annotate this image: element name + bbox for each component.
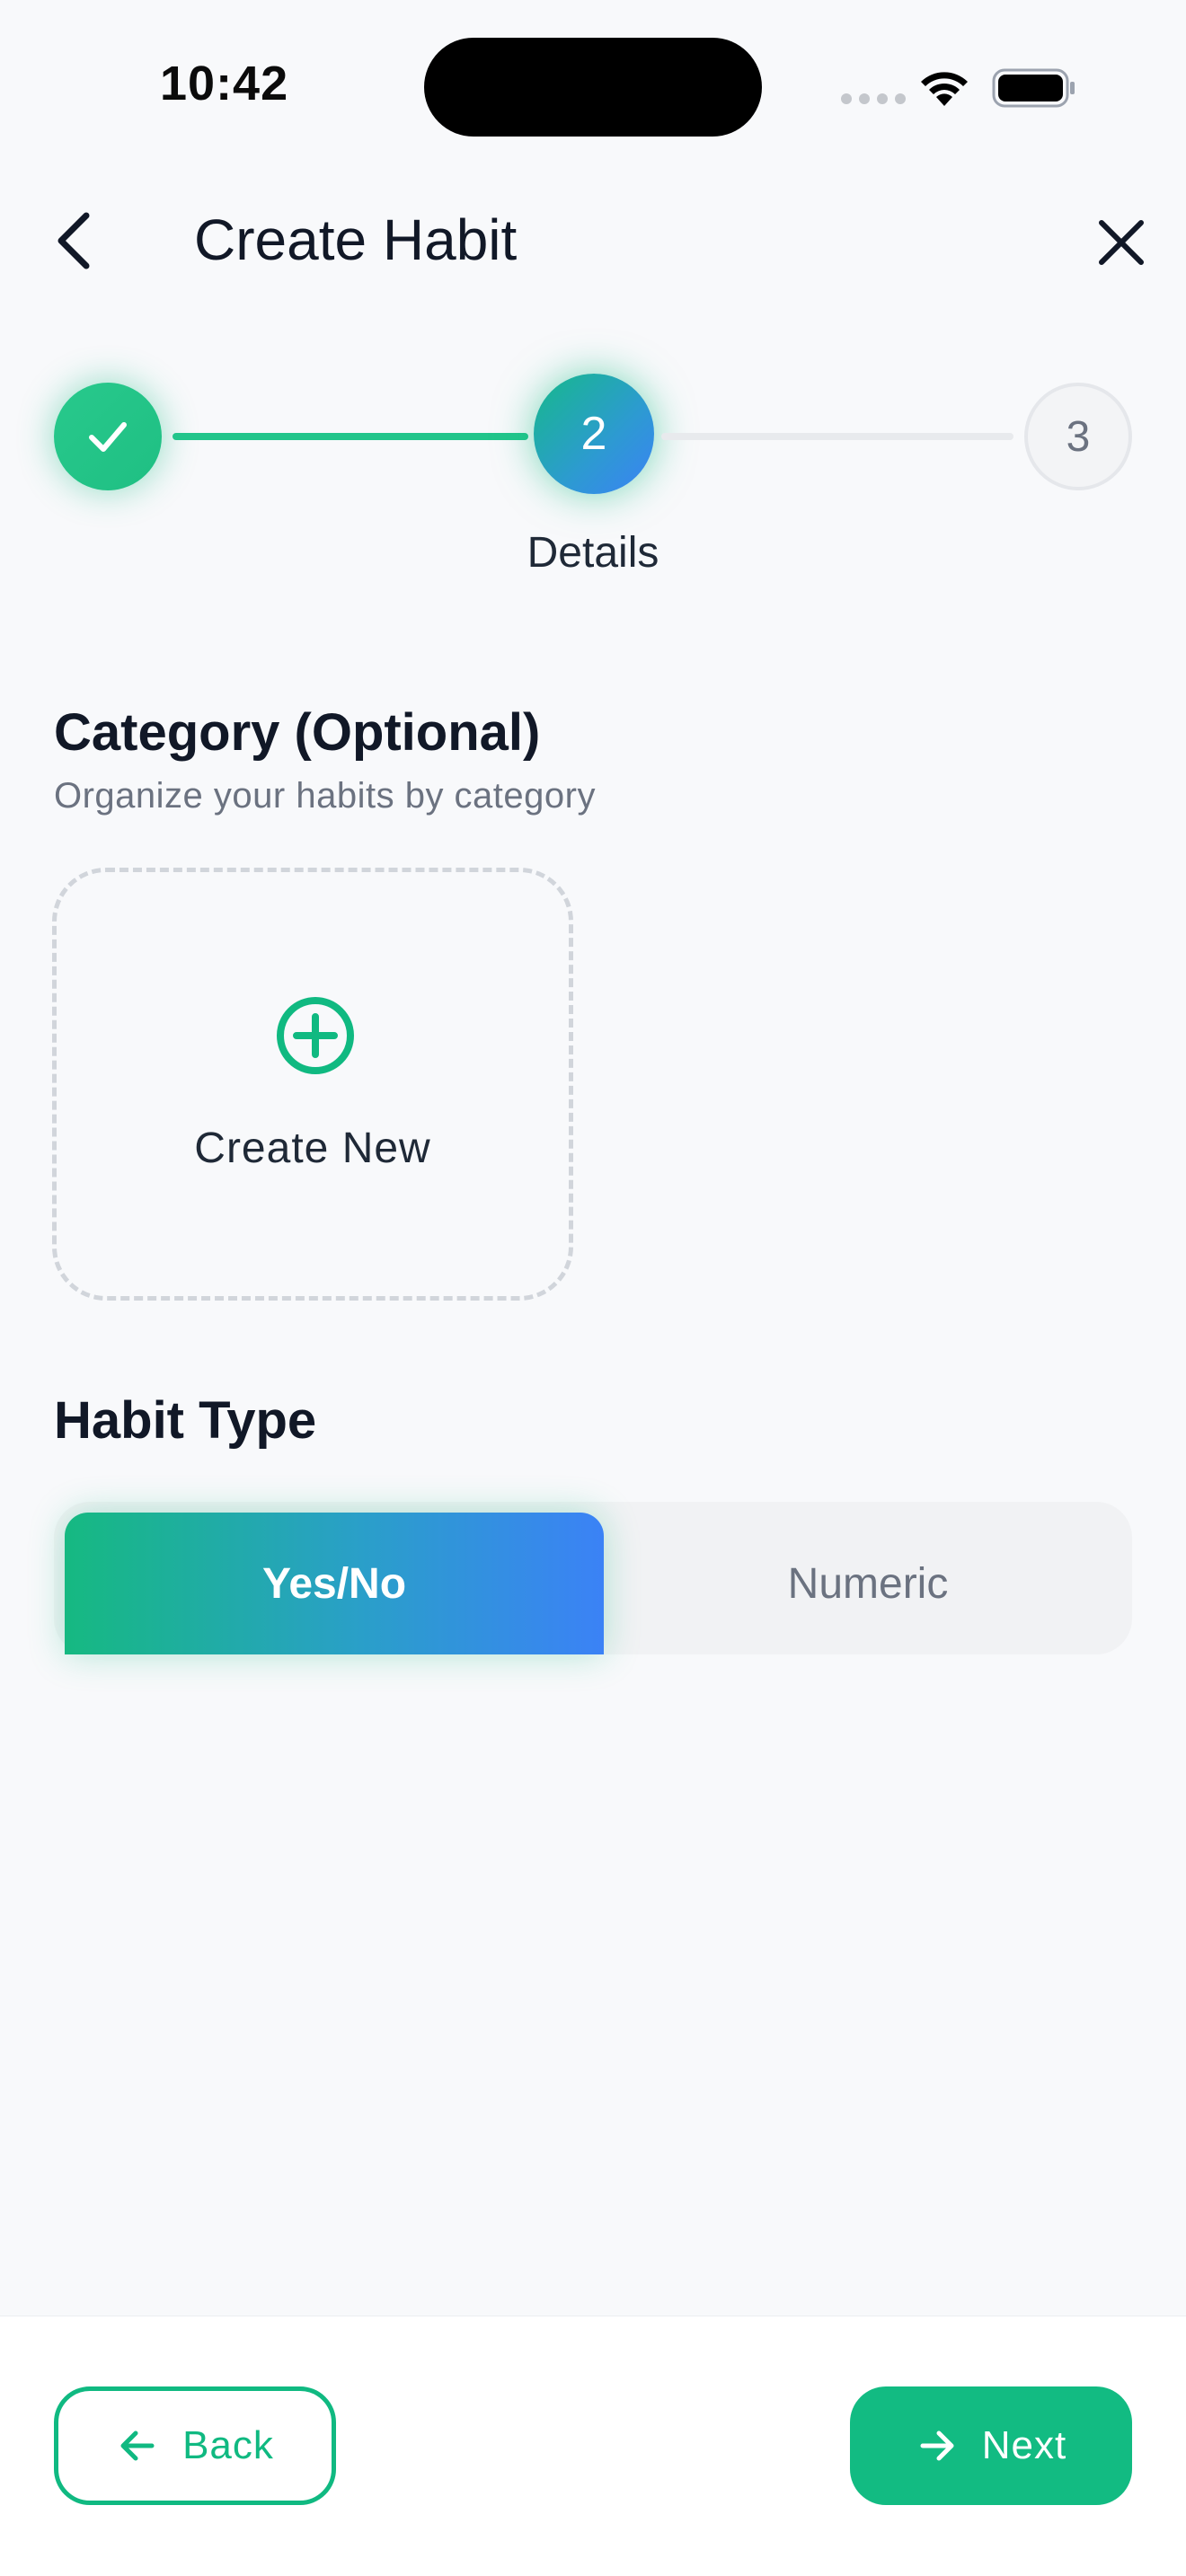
create-habit-screen: 10:42 Create Habit 2 3 Details Category … — [0, 0, 1186, 2576]
current-step-label: Details — [527, 529, 659, 577]
bottom-action-bar: Back Next — [0, 2316, 1186, 2576]
step-1-completed — [54, 383, 162, 490]
next-button[interactable]: Next — [850, 2386, 1132, 2505]
category-title: Category (Optional) — [54, 703, 541, 762]
back-button[interactable]: Back — [54, 2386, 336, 2505]
battery-icon — [992, 68, 1075, 108]
chevron-left-icon[interactable] — [47, 208, 104, 273]
dynamic-island — [424, 38, 762, 137]
habit-type-toggle: Yes/No Numeric — [54, 1502, 1132, 1654]
plus-circle-icon — [277, 997, 354, 1074]
stepper-progress-line — [173, 433, 528, 440]
step-2-current: 2 — [534, 374, 654, 494]
cellular-signal-icon — [841, 93, 906, 104]
create-new-label: Create New — [194, 1125, 431, 1172]
arrow-right-icon — [920, 2430, 954, 2461]
habit-type-yes-no[interactable]: Yes/No — [65, 1513, 604, 1654]
habit-type-title: Habit Type — [54, 1391, 317, 1450]
status-time: 10:42 — [160, 57, 289, 110]
page-title: Create Habit — [194, 207, 518, 272]
stepper-remaining-line — [661, 433, 1013, 440]
create-category-button[interactable]: Create New — [52, 868, 573, 1301]
check-icon — [89, 422, 127, 452]
close-icon[interactable] — [1093, 214, 1150, 271]
habit-type-numeric[interactable]: Numeric — [604, 1513, 1132, 1654]
next-button-label: Next — [981, 2423, 1067, 2467]
step-3-upcoming: 3 — [1024, 383, 1132, 490]
back-button-label: Back — [182, 2423, 274, 2467]
arrow-left-icon — [120, 2430, 155, 2461]
wifi-icon — [921, 72, 968, 106]
category-subtitle: Organize your habits by category — [54, 776, 596, 816]
